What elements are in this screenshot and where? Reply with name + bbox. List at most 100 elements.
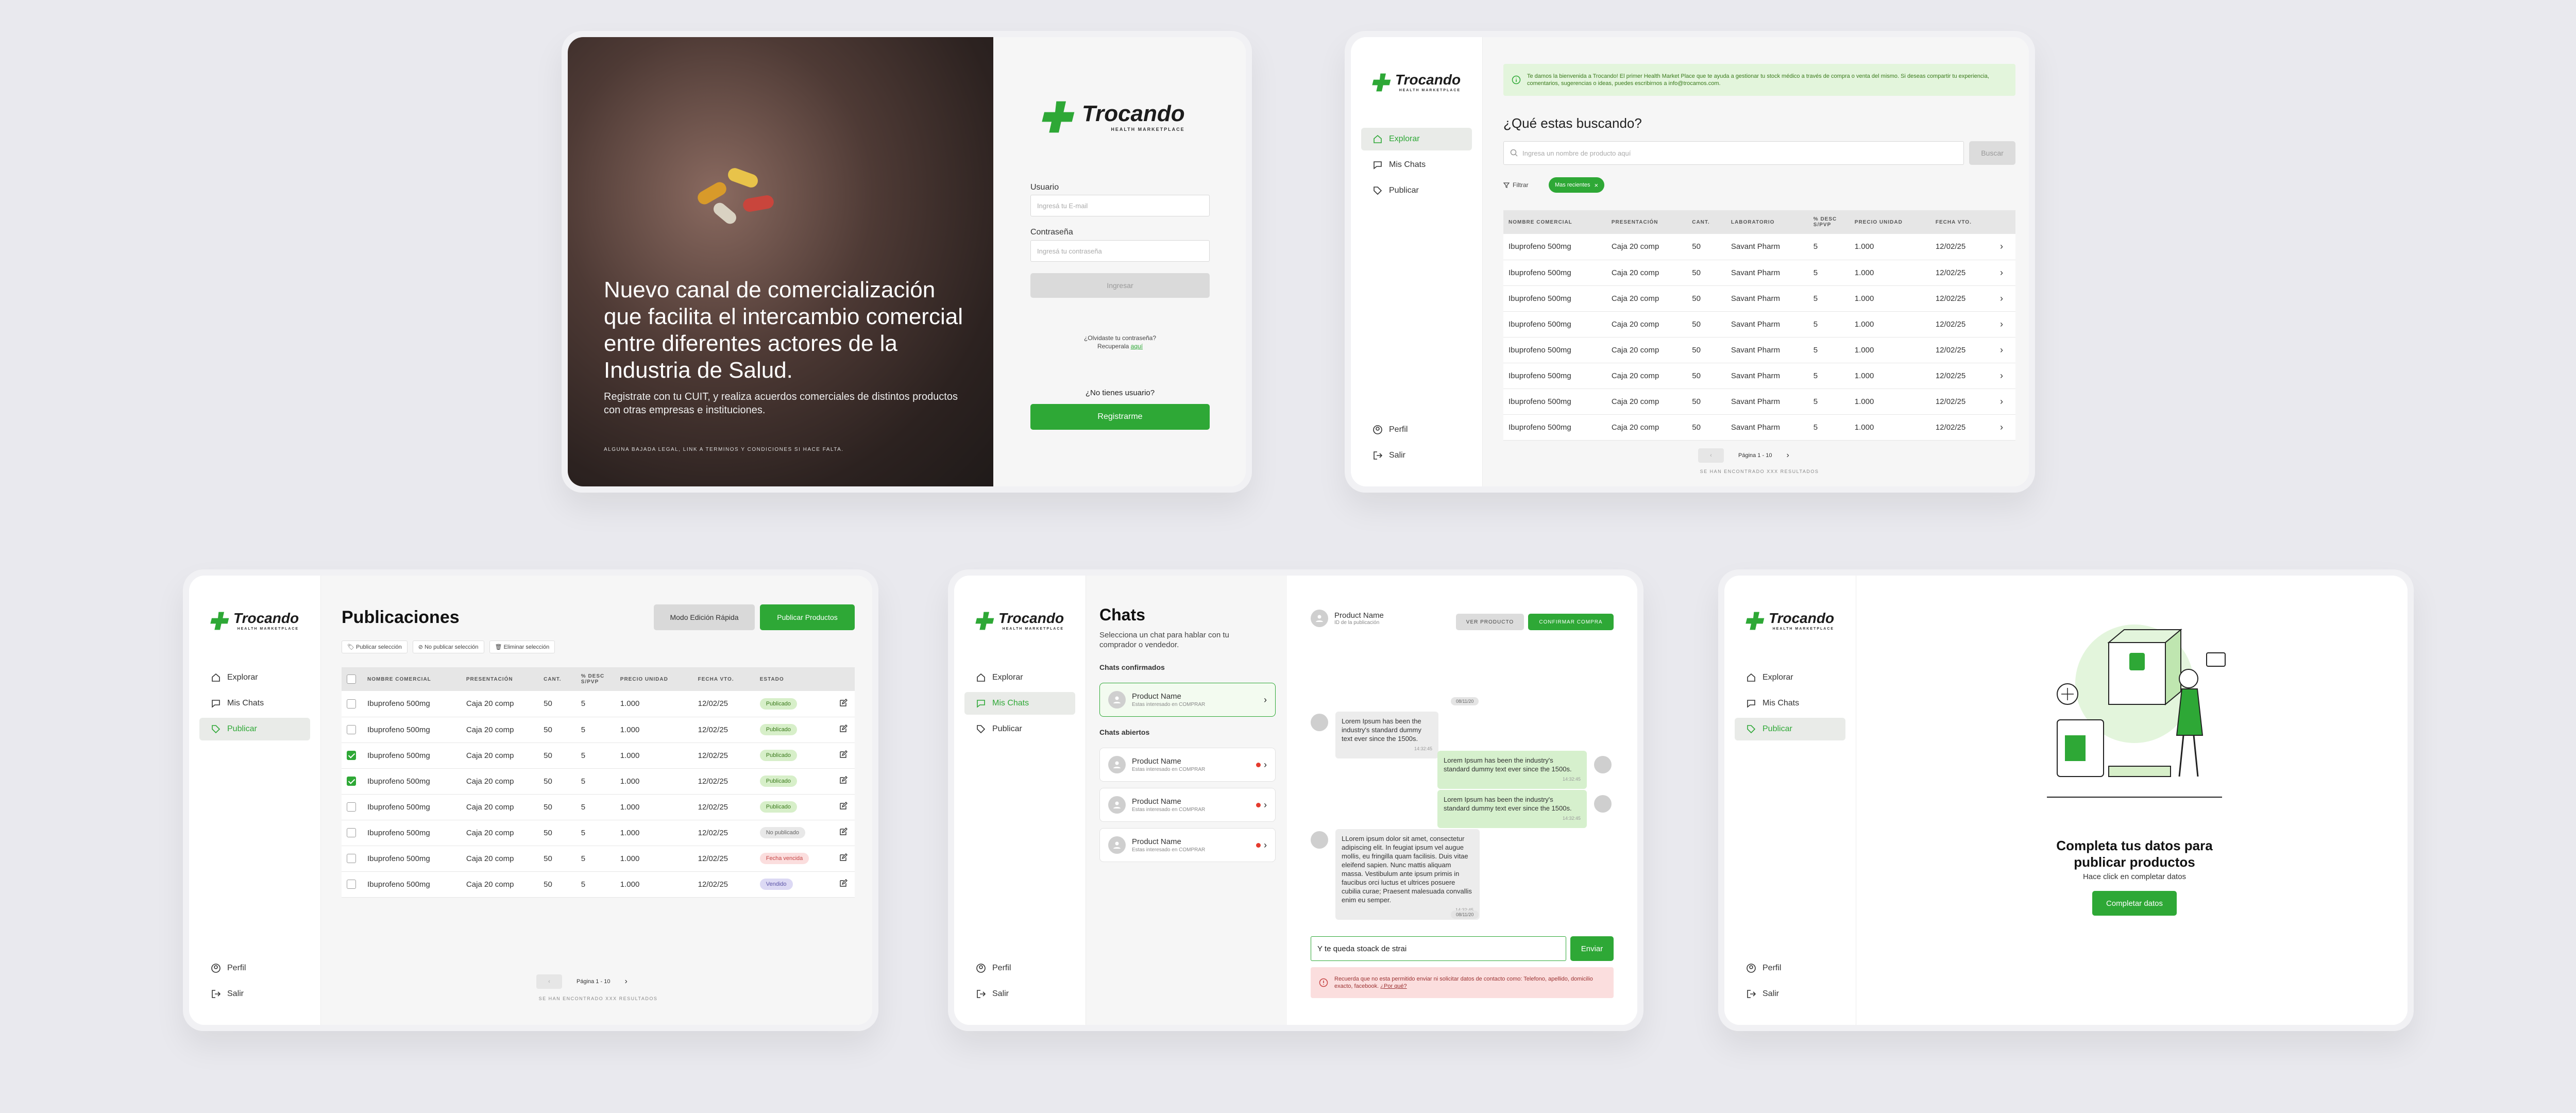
delete-selection-button[interactable]: 🗑 Eliminar selección [489,640,555,653]
publish-products-button[interactable]: Publicar Productos [760,604,855,630]
brand-tagline: HEALTH MARKETPLACE [1111,126,1185,132]
prev-page-button[interactable]: ‹ [536,974,562,989]
edit-icon[interactable] [834,717,855,743]
table-cell: 12/02/25 [692,717,755,743]
next-page-icon[interactable]: › [624,977,627,986]
row-checkbox[interactable] [347,828,356,838]
publish-selection-button[interactable]: 🏷 Publicar selección [342,640,408,653]
nav-profile[interactable]: Perfil [199,957,310,980]
complete-data-button[interactable]: Completar datos [2092,891,2177,916]
nav-logout[interactable]: Salir [199,983,310,1005]
table-row[interactable]: Ibuprofeno 500mg Caja 20 comp 50 Savant Pha… [1503,414,2015,441]
chevron-right-icon[interactable]: › [1995,389,2015,415]
nav-publish[interactable]: Publicar [1361,179,1472,202]
row-checkbox[interactable] [347,725,356,735]
message-input[interactable]: Y te queda stoack de strai [1311,936,1566,961]
edit-icon[interactable] [834,743,855,769]
search-input[interactable]: Ingresa un nombre de producto aquí [1503,141,1964,165]
nav-explore[interactable]: Explorar [964,666,1075,689]
table-cell: Ibuprofeno 500mg [362,871,461,898]
password-input[interactable]: Ingresá tu contraseña [1030,240,1210,262]
brand-name: Trocando [998,610,1064,626]
user-icon [211,964,221,973]
nav-explore[interactable]: Explorar [1735,666,1845,689]
edit-icon[interactable] [834,820,855,846]
nav-logout[interactable]: Salir [964,983,1075,1005]
nav-label: Perfil [227,964,246,972]
chat-item-open[interactable]: Product Name Estas interesado en COMPRAR … [1099,748,1276,782]
table-cell: Savant Pharm [1725,234,1808,260]
nav-label: Perfil [1389,425,1408,434]
nav-profile[interactable]: Perfil [964,957,1075,980]
table-row[interactable]: Ibuprofeno 500mg Caja 20 comp 50 Savant Pha… [1503,311,2015,338]
next-page-icon[interactable]: › [1786,451,1789,460]
pagination: ‹ Página 1 - 10 › [1698,448,1789,463]
nav-explore[interactable]: Explorar [199,666,310,689]
chevron-right-icon[interactable]: › [1995,414,2015,441]
send-button[interactable]: Enviar [1570,936,1614,961]
quick-edit-button[interactable]: Modo Edición Rápida [654,604,755,630]
chat-item-confirmed[interactable]: Product Name Estas interesado en COMPRAR … [1099,683,1276,717]
table-row[interactable]: Ibuprofeno 500mg Caja 20 comp 50 Savant Pha… [1503,389,2015,415]
chevron-right-icon[interactable]: › [1995,363,2015,389]
nav-explore[interactable]: Explorar [1361,128,1472,150]
table-row[interactable]: Ibuprofeno 500mg Caja 20 comp 50 Savant Pha… [1503,337,2015,363]
row-checkbox[interactable] [347,854,356,864]
row-checkbox[interactable] [347,802,356,812]
table-cell: 1.000 [615,768,693,795]
nav-chats[interactable]: Mis Chats [964,692,1075,715]
table-cell: Savant Pharm [1725,414,1808,441]
table-row[interactable]: Ibuprofeno 500mg Caja 20 comp 50 Savant Pha… [1503,260,2015,286]
chat-item-open[interactable]: Product Name Estas interesado en COMPRAR … [1099,788,1276,822]
email-input[interactable]: Ingresá tu E-mail [1030,195,1210,216]
chevron-right-icon[interactable]: › [1995,337,2015,363]
edit-icon[interactable] [834,794,855,820]
confirm-purchase-button[interactable]: CONFIRMAR COMPRA [1528,614,1614,630]
nav-logout[interactable]: Salir [1735,983,1845,1005]
edit-icon[interactable] [834,846,855,872]
table-row[interactable]: Ibuprofeno 500mg Caja 20 comp 50 Savant Pha… [1503,234,2015,260]
nav-publish[interactable]: Publicar [199,718,310,740]
nav-profile[interactable]: Perfil [1735,957,1845,980]
table-cell: 5 [1808,311,1850,338]
search-button[interactable]: Buscar [1969,141,2015,165]
table-row[interactable]: Ibuprofeno 500mg Caja 20 comp 50 Savant Pha… [1503,285,2015,312]
nav-publish[interactable]: Publicar [1735,718,1845,740]
chat-item-open[interactable]: Product Name Estas interesado en COMPRAR … [1099,828,1276,862]
chevron-right-icon[interactable]: › [1995,234,2015,260]
edit-icon[interactable] [834,691,855,717]
nav-logout[interactable]: Salir [1361,444,1472,467]
register-button[interactable]: Registrarme [1030,404,1210,430]
edit-icon[interactable] [834,768,855,795]
nav-profile[interactable]: Perfil [1361,418,1472,441]
complete-title: Completa tus datos para publicar product… [2056,838,2213,870]
nav-chats[interactable]: Mis Chats [199,692,310,715]
nav-chats[interactable]: Mis Chats [1735,692,1845,715]
why-link[interactable]: ¿Por qué? [1380,983,1406,989]
table-cell: Ibuprofeno 500mg [362,794,461,820]
table-cell: 5 [1808,363,1850,389]
table-row[interactable]: Ibuprofeno 500mg Caja 20 comp 50 Savant Pha… [1503,363,2015,389]
chat-item-name: Product Name [1132,837,1181,846]
prev-page-button[interactable]: ‹ [1698,448,1724,463]
row-checkbox[interactable] [347,751,356,761]
login-panel: Trocando HEALTH MARKETPLACE Usuario Ingre… [993,37,1246,486]
recover-link[interactable]: aquí [1131,343,1143,350]
login-button[interactable]: Ingresar [1030,273,1210,298]
filter-chip[interactable]: Mas recientes × [1549,177,1605,193]
chevron-right-icon[interactable]: › [1995,260,2015,286]
close-icon[interactable]: × [1594,181,1598,189]
chevron-right-icon[interactable]: › [1995,285,2015,312]
filter-button[interactable]: Filtrar [1503,177,1529,193]
unpublish-selection-button[interactable]: ⊘ No publicar selección [412,640,484,653]
edit-icon[interactable] [834,871,855,898]
nav-chats[interactable]: Mis Chats [1361,154,1472,176]
row-checkbox[interactable] [347,880,356,889]
select-all-checkbox[interactable] [347,674,356,684]
table-cell: Savant Pharm [1725,337,1808,363]
row-checkbox[interactable] [347,777,356,786]
row-checkbox[interactable] [347,699,356,709]
view-product-button[interactable]: VER PRODUCTO [1456,614,1524,630]
chevron-right-icon[interactable]: › [1995,311,2015,338]
nav-publish[interactable]: Publicar [964,718,1075,740]
